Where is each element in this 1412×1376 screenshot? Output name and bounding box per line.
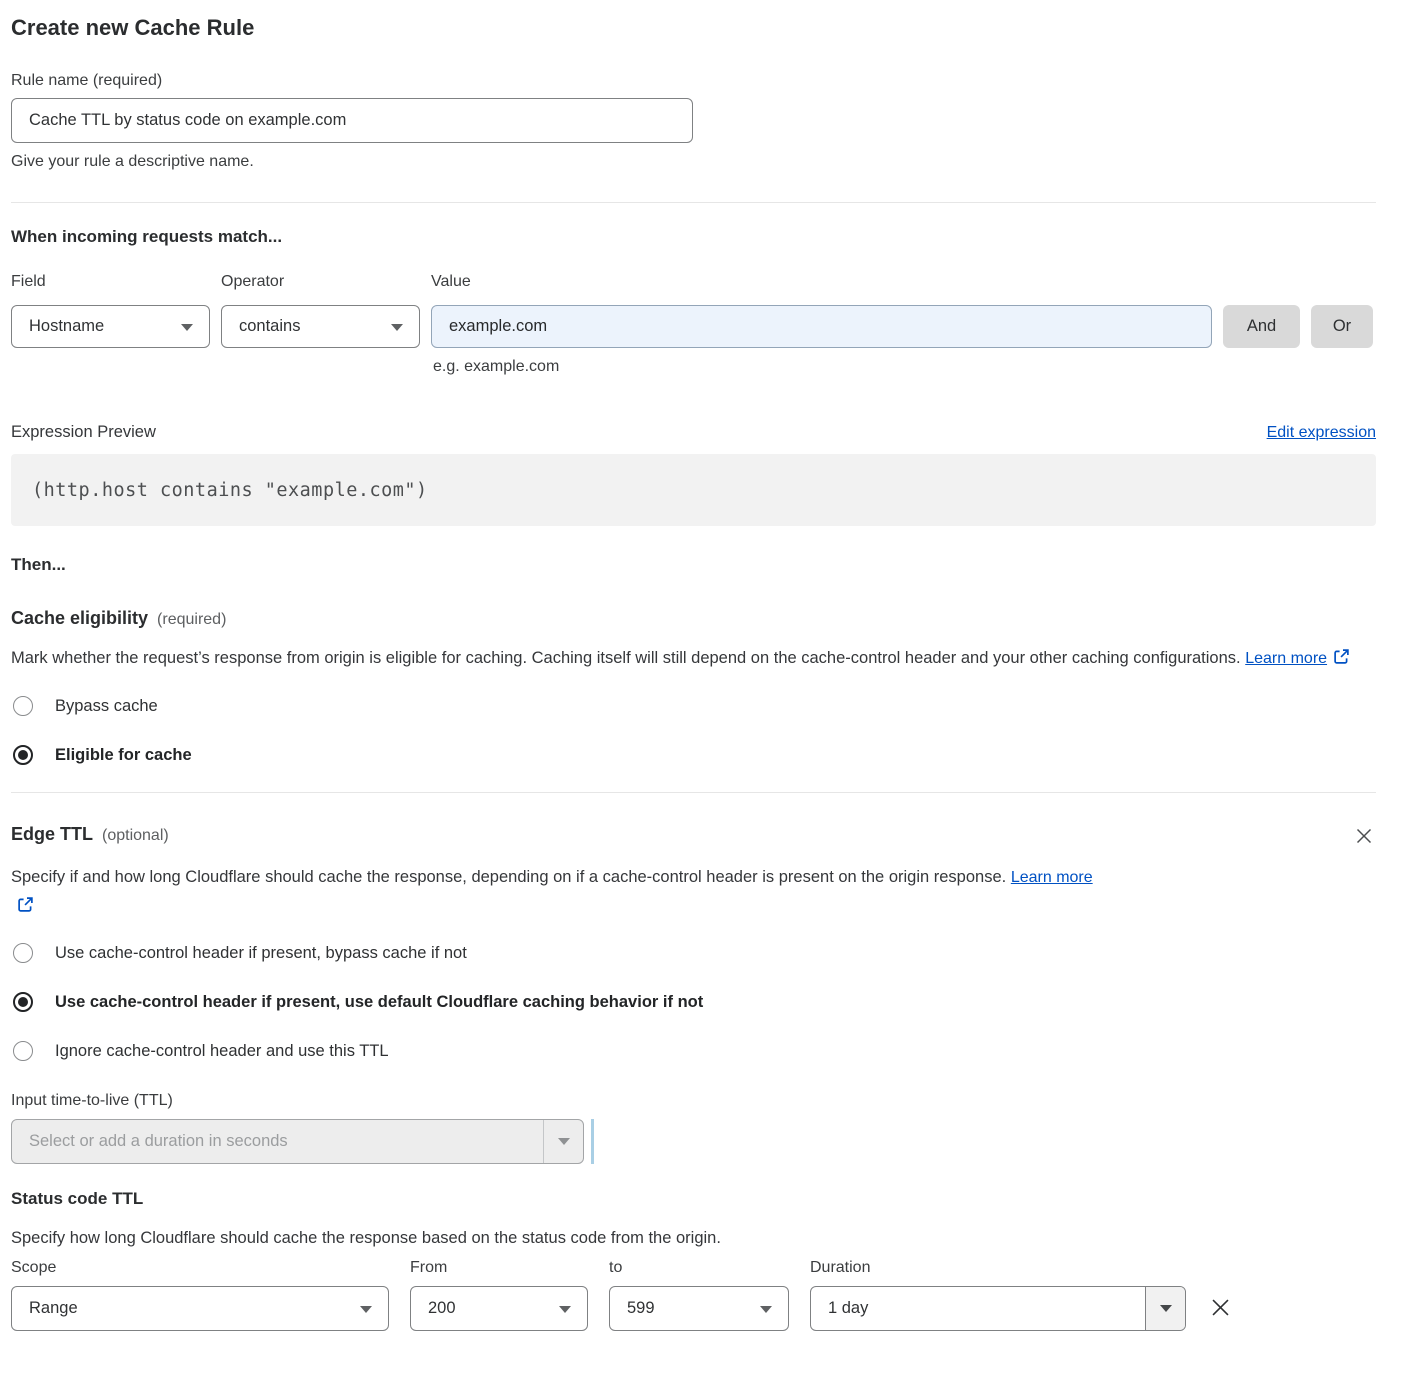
to-select-value: 599 bbox=[627, 1299, 655, 1318]
external-link-icon bbox=[1333, 648, 1350, 665]
radio-use-header-bypass[interactable]: Use cache-control header if present, byp… bbox=[11, 941, 1376, 965]
close-icon bbox=[1354, 826, 1374, 846]
radio-icon bbox=[13, 745, 33, 765]
edge-ttl-close-button[interactable] bbox=[1352, 824, 1376, 851]
edit-expression-link[interactable]: Edit expression bbox=[1267, 424, 1376, 442]
chevron-down-icon bbox=[391, 324, 403, 331]
cache-eligibility-learn-more-link[interactable]: Learn more bbox=[1245, 650, 1327, 667]
field-select-value: Hostname bbox=[29, 317, 104, 336]
radio-label: Bypass cache bbox=[55, 694, 158, 718]
scope-select[interactable]: Range bbox=[11, 1286, 389, 1331]
scope-label: Scope bbox=[11, 1258, 389, 1278]
or-button[interactable]: Or bbox=[1311, 305, 1373, 348]
duration-value: 1 day bbox=[828, 1299, 868, 1318]
radio-icon bbox=[13, 992, 33, 1012]
expression-preview-row: Expression Preview Edit expression bbox=[11, 421, 1376, 443]
value-hint: e.g. example.com bbox=[433, 357, 1376, 377]
expression-preview-label: Expression Preview bbox=[11, 421, 156, 443]
learn-more-label: Learn more bbox=[1011, 869, 1093, 886]
ttl-input-label: Input time-to-live (TTL) bbox=[11, 1091, 1376, 1111]
edge-ttl-header: Edge TTL (optional) bbox=[11, 822, 1376, 851]
match-section-heading: When incoming requests match... bbox=[11, 226, 1376, 248]
status-labels-row: Scope From to Duration bbox=[11, 1258, 1376, 1278]
status-controls-row: Range 200 599 1 day bbox=[11, 1286, 1376, 1331]
expression-preview-block: (http.host contains "example.com") bbox=[11, 454, 1376, 526]
duration-dropdown-button[interactable] bbox=[1145, 1287, 1185, 1330]
from-select-value: 200 bbox=[428, 1299, 456, 1318]
from-label: From bbox=[410, 1258, 588, 1278]
edge-ttl-title: Edge TTL bbox=[11, 822, 93, 846]
radio-eligible-for-cache[interactable]: Eligible for cache bbox=[11, 743, 1376, 767]
ttl-select-row: Select or add a duration in seconds bbox=[11, 1119, 1376, 1164]
ttl-duration-select: Select or add a duration in seconds bbox=[11, 1119, 584, 1164]
radio-label: Eligible for cache bbox=[55, 743, 192, 767]
expression-code: (http.host contains "example.com") bbox=[32, 480, 428, 501]
radio-bypass-cache[interactable]: Bypass cache bbox=[11, 694, 1376, 718]
cache-eligibility-header: Cache eligibility (required) bbox=[11, 606, 1376, 630]
close-icon bbox=[1209, 1296, 1232, 1319]
then-heading: Then... bbox=[11, 554, 1376, 576]
duration-combobox[interactable]: 1 day bbox=[810, 1286, 1186, 1331]
edge-ttl-learn-more-link[interactable]: Learn more bbox=[1011, 869, 1093, 886]
field-select[interactable]: Hostname bbox=[11, 305, 210, 348]
value-input[interactable] bbox=[431, 305, 1212, 348]
radio-ignore-header-use-ttl[interactable]: Ignore cache-control header and use this… bbox=[11, 1039, 1376, 1063]
learn-more-label: Learn more bbox=[1245, 650, 1327, 667]
radio-label: Use cache-control header if present, byp… bbox=[55, 941, 467, 965]
field-label: Field bbox=[11, 272, 210, 292]
radio-icon bbox=[13, 943, 33, 963]
section-divider bbox=[11, 202, 1376, 203]
to-label: to bbox=[609, 1258, 789, 1278]
page-title: Create new Cache Rule bbox=[11, 14, 1376, 42]
chevron-down-icon bbox=[760, 1306, 772, 1313]
edge-ttl-description: Specify if and how long Cloudflare shoul… bbox=[11, 863, 1111, 920]
section-divider bbox=[11, 792, 1376, 793]
radio-icon bbox=[13, 696, 33, 716]
rule-name-label: Rule name (required) bbox=[11, 71, 1376, 91]
radio-icon bbox=[13, 1041, 33, 1061]
operator-select[interactable]: contains bbox=[221, 305, 420, 348]
external-link-icon bbox=[17, 896, 34, 913]
chevron-down-icon bbox=[181, 324, 193, 331]
chevron-down-icon bbox=[559, 1306, 571, 1313]
create-cache-rule-form: Create new Cache Rule Rule name (require… bbox=[0, 0, 1412, 1376]
radio-label: Use cache-control header if present, use… bbox=[55, 990, 703, 1014]
rule-name-input[interactable] bbox=[11, 98, 693, 143]
chevron-down-icon bbox=[543, 1120, 583, 1163]
and-button[interactable]: And bbox=[1223, 305, 1300, 348]
radio-label: Ignore cache-control header and use this… bbox=[55, 1039, 389, 1063]
cache-eligibility-description: Mark whether the request’s response from… bbox=[11, 644, 1356, 673]
to-select[interactable]: 599 bbox=[609, 1286, 789, 1331]
edge-ttl-qualifier: (optional) bbox=[102, 827, 169, 845]
operator-select-value: contains bbox=[239, 317, 300, 336]
scope-select-value: Range bbox=[29, 1299, 78, 1318]
from-select[interactable]: 200 bbox=[410, 1286, 588, 1331]
chevron-down-icon bbox=[1160, 1305, 1172, 1312]
chevron-down-icon bbox=[360, 1306, 372, 1313]
cache-eligibility-title: Cache eligibility bbox=[11, 606, 148, 630]
match-labels-row: Field Operator Value bbox=[11, 272, 1376, 292]
rule-name-help: Give your rule a descriptive name. bbox=[11, 152, 1376, 172]
status-code-ttl-description: Specify how long Cloudflare should cache… bbox=[11, 1228, 1376, 1248]
remove-status-rule-button[interactable] bbox=[1207, 1294, 1234, 1324]
edge-ttl-description-text: Specify if and how long Cloudflare shoul… bbox=[11, 868, 1006, 886]
match-controls-row: Hostname contains And Or bbox=[11, 305, 1376, 348]
cache-eligibility-description-text: Mark whether the request’s response from… bbox=[11, 649, 1241, 667]
cache-eligibility-qualifier: (required) bbox=[157, 611, 226, 629]
operator-label: Operator bbox=[221, 272, 420, 292]
duration-label: Duration bbox=[810, 1258, 1186, 1278]
value-label: Value bbox=[431, 272, 1212, 292]
ttl-input-caret bbox=[591, 1119, 594, 1164]
ttl-duration-placeholder: Select or add a duration in seconds bbox=[29, 1132, 288, 1151]
status-code-ttl-title: Status code TTL bbox=[11, 1188, 1376, 1210]
radio-use-header-default[interactable]: Use cache-control header if present, use… bbox=[11, 990, 1376, 1014]
